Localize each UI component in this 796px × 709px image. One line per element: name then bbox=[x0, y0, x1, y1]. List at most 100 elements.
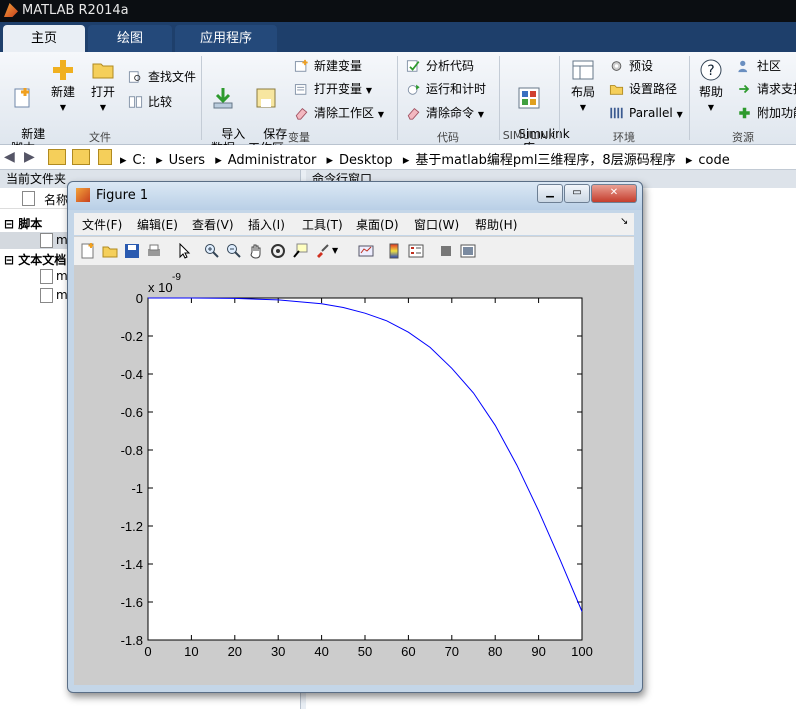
run-and-time-label: 运行和计时 bbox=[426, 82, 487, 96]
menu-tools[interactable]: 工具(T) bbox=[302, 216, 343, 233]
menu-insert[interactable]: 插入(I) bbox=[248, 216, 285, 233]
help-icon: ? bbox=[700, 59, 722, 81]
breadcrumb-item[interactable]: C: bbox=[133, 153, 146, 168]
forward-arrow-icon[interactable]: ▶ bbox=[24, 149, 35, 165]
breadcrumb-item[interactable]: 基于matlab编程pml三维程序，8层源码程序 bbox=[415, 153, 675, 168]
matlab-logo-icon bbox=[4, 3, 18, 17]
tab-plots[interactable]: 绘图 bbox=[88, 25, 172, 52]
menu-view[interactable]: 查看(V) bbox=[192, 216, 234, 233]
group-scripts[interactable]: ⊟ 脚本 bbox=[4, 215, 42, 232]
group-divider bbox=[201, 56, 202, 140]
group-label-simulink: SIMULINK bbox=[502, 129, 556, 142]
add-ons-icon bbox=[739, 107, 750, 119]
browse-folder-icon[interactable] bbox=[72, 149, 90, 165]
compare-label: 比较 bbox=[148, 95, 173, 109]
link-plot-icon[interactable] bbox=[358, 243, 374, 259]
x-tick-label: 20 bbox=[228, 644, 242, 659]
open-button[interactable]: 打开 ▼ bbox=[86, 58, 120, 115]
new-variable-button[interactable]: 新建变量 bbox=[294, 57, 362, 75]
group-text[interactable]: ⊟ 文本文档 bbox=[4, 251, 66, 268]
breadcrumb-item[interactable]: code bbox=[698, 153, 729, 168]
show-plot-tools-icon[interactable] bbox=[460, 243, 476, 259]
hide-plot-tools-icon[interactable] bbox=[438, 243, 454, 259]
group-text-label: 文本文档 bbox=[18, 253, 67, 267]
menu-file[interactable]: 文件(F) bbox=[82, 216, 122, 233]
breadcrumb-item[interactable]: Desktop bbox=[339, 153, 393, 168]
request-support-label: 请求支持 bbox=[757, 82, 796, 96]
y-tick-label: -1.8 bbox=[121, 633, 143, 648]
menu-help[interactable]: 帮助(H) bbox=[475, 216, 517, 233]
group-label-file: 文件 bbox=[89, 131, 111, 144]
file-name: m bbox=[56, 233, 68, 247]
minimize-button[interactable]: ▁ bbox=[537, 184, 563, 203]
preferences-button[interactable]: 预设 bbox=[609, 57, 653, 75]
ribbon: 新建 脚本 新建▼ 打开▼ 查找文件 比较 文件 导入 数据 保存 工作区 新建… bbox=[0, 52, 796, 155]
y-tick-label: -1.6 bbox=[121, 595, 143, 610]
chevron-down-icon[interactable]: ▼ bbox=[332, 246, 348, 262]
new-button[interactable]: 新建 ▼ bbox=[46, 58, 80, 115]
rotate-3d-icon[interactable] bbox=[270, 243, 286, 259]
new-label: 新建 bbox=[50, 85, 75, 99]
compare-button[interactable]: 比较 bbox=[128, 93, 172, 111]
simulink-library-icon bbox=[518, 87, 540, 109]
x-tick-label: 0 bbox=[144, 644, 151, 659]
pointer-arrow-icon[interactable] bbox=[176, 243, 192, 259]
layout-label: 布局 bbox=[570, 85, 595, 99]
breadcrumb-item[interactable]: Administrator bbox=[228, 153, 317, 168]
import-data-icon bbox=[213, 88, 233, 109]
y-tick-label: -1 bbox=[131, 481, 143, 496]
data-cursor-icon[interactable] bbox=[292, 243, 308, 259]
save-icon[interactable] bbox=[124, 243, 140, 259]
up-folder-icon[interactable] bbox=[48, 149, 66, 165]
community-button[interactable]: 社区 bbox=[737, 57, 781, 75]
chevron-down-icon: ▼ bbox=[59, 103, 67, 112]
menu-window[interactable]: 窗口(W) bbox=[414, 216, 459, 233]
print-icon[interactable] bbox=[146, 243, 162, 259]
insert-legend-icon[interactable] bbox=[408, 243, 424, 259]
new-variable-icon bbox=[294, 59, 308, 72]
new-figure-icon[interactable] bbox=[80, 243, 96, 259]
set-path-button[interactable]: 设置路径 bbox=[609, 80, 677, 98]
back-arrow-icon[interactable]: ◀ bbox=[4, 149, 15, 165]
clear-workspace-button[interactable]: 清除工作区 ▼ bbox=[294, 104, 384, 122]
plot-axes[interactable]: 0 10 20 30 40 50 60 70 80 90 100 0 -0.2 -0.4 -0.6 -0.8 -… bbox=[74, 265, 634, 685]
open-file-icon[interactable] bbox=[102, 243, 118, 259]
clear-commands-button[interactable]: 清除命令 ▼ bbox=[406, 104, 484, 122]
tab-home[interactable]: 主页 bbox=[3, 25, 85, 52]
analyze-code-button[interactable]: 分析代码 bbox=[406, 57, 474, 75]
clear-commands-label: 清除命令 bbox=[426, 106, 475, 120]
run-and-time-button[interactable]: 运行和计时 bbox=[406, 80, 486, 98]
chevron-down-icon: ▼ bbox=[707, 103, 715, 112]
brush-icon[interactable] bbox=[314, 243, 330, 259]
group-divider bbox=[559, 56, 560, 140]
dock-arrow-icon[interactable]: ↘ bbox=[620, 216, 628, 227]
breadcrumb-separator: ▸ bbox=[215, 153, 222, 168]
menu-desktop[interactable]: 桌面(D) bbox=[356, 216, 399, 233]
y-tick-label: -0.2 bbox=[121, 329, 143, 344]
figure-title-bar[interactable]: Figure 1 ▁ ▭ ✕ bbox=[68, 182, 642, 210]
tab-apps[interactable]: 应用程序 bbox=[175, 25, 277, 52]
menu-edit[interactable]: 编辑(E) bbox=[137, 216, 178, 233]
chevron-down-icon: ▼ bbox=[477, 110, 484, 119]
figure-toolbar: ▼ bbox=[74, 236, 634, 266]
help-button[interactable]: ? 帮助 ▼ bbox=[694, 58, 728, 115]
group-label-code: 代码 bbox=[437, 131, 459, 144]
add-ons-button[interactable]: 附加功能 bbox=[737, 104, 796, 122]
breadcrumb-item[interactable]: Users bbox=[169, 153, 205, 168]
y-tick-label: -1.4 bbox=[121, 557, 143, 572]
zoom-in-icon[interactable] bbox=[204, 243, 220, 259]
parallel-button[interactable]: Parallel ▼ bbox=[609, 104, 683, 122]
request-support-button[interactable]: 请求支持 bbox=[737, 80, 796, 98]
add-ons-label: 附加功能 bbox=[757, 106, 796, 120]
maximize-button[interactable]: ▭ bbox=[564, 184, 590, 203]
insert-colorbar-icon[interactable] bbox=[386, 243, 402, 259]
close-button[interactable]: ✕ bbox=[591, 184, 637, 203]
file-name: m bbox=[56, 269, 68, 283]
pan-hand-icon[interactable] bbox=[248, 243, 264, 259]
zoom-out-icon[interactable] bbox=[226, 243, 242, 259]
open-variable-button[interactable]: 打开变量 ▼ bbox=[294, 80, 372, 98]
layout-button[interactable]: 布局 ▼ bbox=[566, 58, 600, 115]
find-files-button[interactable]: 查找文件 bbox=[128, 68, 196, 86]
folder-open-icon bbox=[92, 63, 114, 79]
name-column[interactable]: 名称 bbox=[44, 191, 68, 208]
